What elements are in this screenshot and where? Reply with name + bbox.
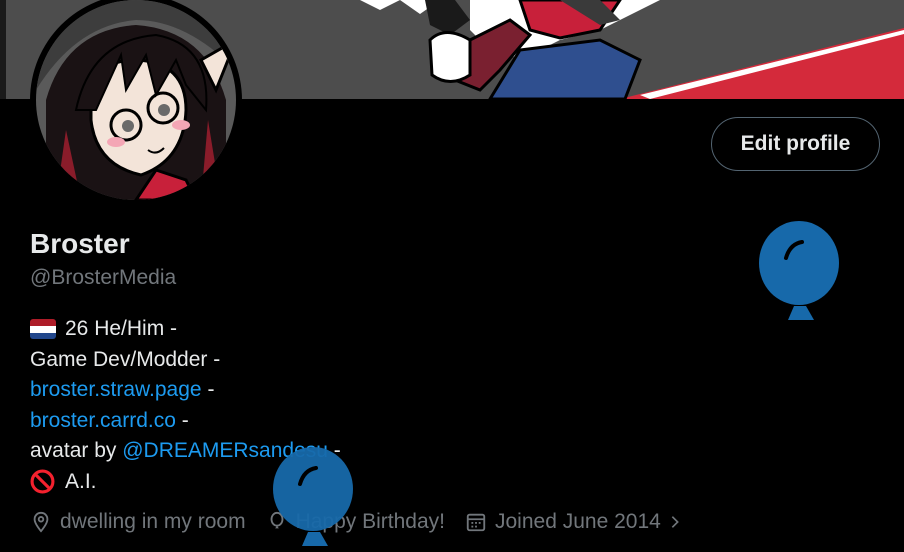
netherlands-flag-icon xyxy=(30,319,56,340)
calendar-icon xyxy=(466,513,486,532)
bio-separator: - xyxy=(175,408,189,432)
handle: @BrosterMedia xyxy=(30,266,177,289)
bio-link-carrd[interactable]: broster.carrd.co xyxy=(30,406,176,437)
profile-meta-row: dwelling in my room Happy Birthday! Join… xyxy=(30,510,711,534)
location-text: dwelling in my room xyxy=(60,510,246,533)
avatar-artwork xyxy=(36,0,236,200)
joined-text: Joined June 2014 xyxy=(495,510,661,533)
birthday-balloon xyxy=(759,221,839,320)
bio-line-3: broster.straw.page - xyxy=(30,375,341,406)
bio-no-ai: A.I. xyxy=(65,469,97,493)
joined-item[interactable]: Joined June 2014 xyxy=(465,510,691,534)
avatar[interactable] xyxy=(36,0,236,200)
location-pin-icon xyxy=(33,511,49,533)
bio-occupation: Game Dev/Modder - xyxy=(30,347,221,371)
bio-separator: - xyxy=(201,378,215,401)
banner-edge xyxy=(0,0,6,99)
location-item: dwelling in my room xyxy=(30,510,246,534)
prohibited-icon xyxy=(30,469,55,494)
bio-line-4: broster.carrd.co - xyxy=(30,406,341,437)
birthday-balloon xyxy=(273,447,353,546)
edit-profile-button[interactable]: Edit profile xyxy=(711,117,880,171)
bio-line-2: Game Dev/Modder - xyxy=(30,345,341,376)
chevron-right-icon xyxy=(671,516,679,528)
display-name: Broster xyxy=(30,228,130,259)
bio-age-pronouns: 26 He/Him - xyxy=(65,317,178,340)
bio-link-straw-page[interactable]: broster.straw.page xyxy=(30,375,202,406)
bio-avatar-credit-prefix: avatar by xyxy=(30,439,123,462)
bio-line-1: 26 He/Him - xyxy=(30,314,341,345)
